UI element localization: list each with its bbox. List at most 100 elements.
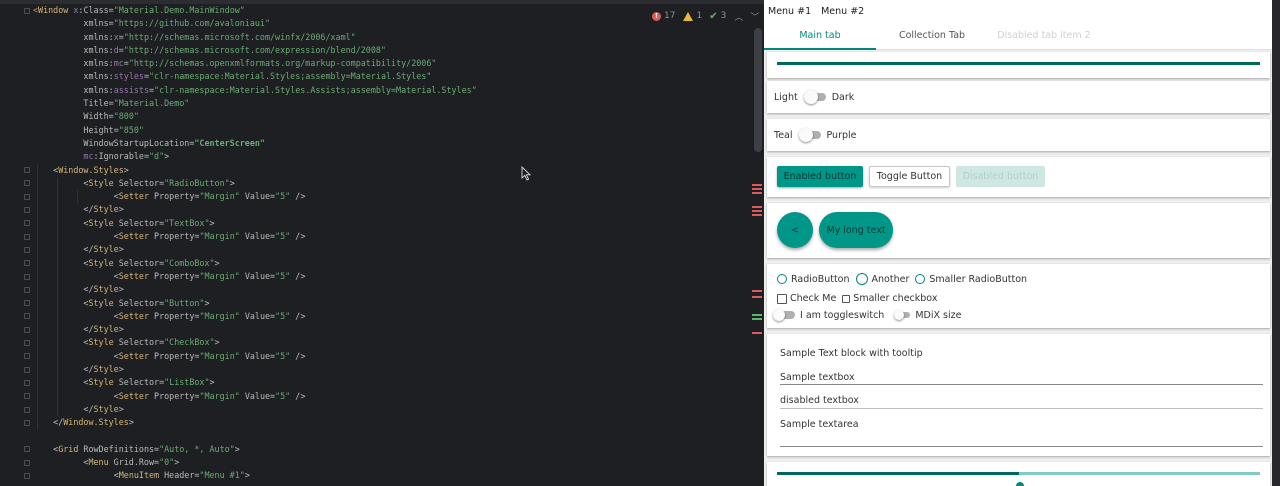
- code-line[interactable]: <Style Selector="TextBox">: [33, 217, 477, 230]
- code-line[interactable]: <MenuItem Header="Menu #1">: [33, 469, 477, 482]
- code-line[interactable]: <Style Selector="ListBox">: [33, 376, 477, 389]
- error-marker[interactable]: [752, 192, 762, 194]
- fold-marker[interactable]: [24, 207, 30, 213]
- editor-scrollbar[interactable]: [752, 24, 764, 486]
- code-editor[interactable]: <Window x:Class="Material.Demo.MainWindo…: [0, 0, 764, 486]
- fold-marker[interactable]: [24, 300, 30, 307]
- scrollbar-thumb[interactable]: [754, 28, 762, 152]
- fold-marker[interactable]: [24, 326, 30, 333]
- inspection-widget[interactable]: ! 17 1 ✔ 3 ︿ ﹀: [652, 9, 759, 23]
- checkbox-1[interactable]: [777, 293, 787, 304]
- fold-marker[interactable]: [24, 220, 30, 227]
- code-line[interactable]: WindowStartupLocation="CenterScreen": [33, 137, 477, 150]
- menu-item-2[interactable]: Menu #2: [821, 6, 864, 17]
- fold-marker[interactable]: [24, 379, 30, 386]
- code-line[interactable]: </Style>: [33, 243, 477, 256]
- code-line[interactable]: <Window.Styles>: [33, 164, 477, 177]
- radio-button-2[interactable]: [855, 273, 868, 285]
- code-line[interactable]: xmlns:d="http://schemas.microsoft.com/ex…: [33, 44, 477, 57]
- toggle-button[interactable]: Toggle Button: [869, 166, 950, 187]
- code-line[interactable]: Width="800": [33, 110, 477, 123]
- error-marker[interactable]: [752, 214, 762, 216]
- menu-item-1[interactable]: Menu #1: [768, 6, 811, 17]
- radio-button-3[interactable]: [915, 274, 926, 284]
- code-line[interactable]: <Window x:Class="Material.Demo.MainWindo…: [33, 4, 477, 17]
- color-switch[interactable]: [798, 128, 821, 142]
- sample-textarea[interactable]: Sample textarea: [780, 419, 1263, 430]
- error-marker[interactable]: [752, 188, 762, 190]
- code-line[interactable]: <Setter Property="Margin" Value="5" />: [33, 350, 477, 363]
- floating-action-button[interactable]: <: [777, 212, 813, 248]
- tab-collection[interactable]: Collection Tab: [876, 22, 988, 49]
- code-line[interactable]: xmlns:x="http://schemas.microsoft.com/wi…: [33, 31, 477, 44]
- code-line[interactable]: <Style Selector="CheckBox">: [33, 336, 477, 349]
- fold-marker[interactable]: [24, 193, 30, 200]
- error-marker[interactable]: [752, 206, 762, 208]
- code-line[interactable]: </Window.Styles>: [33, 416, 477, 429]
- fold-marker[interactable]: [24, 180, 30, 187]
- code-line[interactable]: <Grid RowDefinitions="Auto, *, Auto">: [33, 443, 477, 456]
- code-line[interactable]: </Style>: [33, 403, 477, 416]
- error-marker[interactable]: [752, 184, 762, 186]
- theme-toggle-card: Light Dark: [767, 81, 1270, 113]
- slider-thumb[interactable]: [1016, 482, 1024, 486]
- code-line[interactable]: <Setter Property="Margin" Value="5" />: [33, 310, 477, 323]
- fold-marker[interactable]: [24, 473, 30, 479]
- fold-marker[interactable]: [24, 313, 30, 320]
- error-marker[interactable]: [752, 290, 762, 292]
- code-line[interactable]: <Style Selector="ComboBox">: [33, 257, 477, 270]
- fold-marker[interactable]: [24, 273, 30, 280]
- error-marker[interactable]: [752, 296, 762, 298]
- code-line[interactable]: xmlns:assists="clr-namespace:Material.St…: [33, 84, 476, 97]
- code-line[interactable]: Height="850": [33, 124, 477, 137]
- ok-marker[interactable]: [752, 318, 762, 320]
- fold-marker[interactable]: [24, 393, 30, 400]
- tab-main[interactable]: Main tab: [764, 22, 876, 50]
- code-line[interactable]: <Style Selector="RadioButton">: [33, 177, 477, 190]
- code-line[interactable]: xmlns:styles="clr-namespace:Material.Sty…: [33, 70, 477, 83]
- extended-floating-button[interactable]: My long text: [819, 212, 893, 248]
- code-line[interactable]: </Style>: [33, 283, 477, 296]
- error-marker[interactable]: [752, 210, 762, 212]
- radio-button-1[interactable]: [777, 274, 787, 284]
- fold-marker[interactable]: [24, 353, 30, 360]
- code-line[interactable]: </Style>: [33, 323, 477, 336]
- mdix-toggleswitch[interactable]: [894, 310, 911, 320]
- chevron-up-icon[interactable]: ︿: [734, 10, 743, 23]
- fold-marker[interactable]: [24, 167, 30, 174]
- checkbox-2[interactable]: [842, 294, 851, 303]
- sample-textbox[interactable]: Sample textbox: [780, 372, 1263, 383]
- toggleswitch[interactable]: [773, 309, 795, 321]
- code-line[interactable]: Title="Material.Demo": [33, 97, 477, 110]
- code-line[interactable]: xmlns:mc="http://schemas.openxmlformats.…: [33, 57, 477, 70]
- code-line[interactable]: <Setter Property="Margin" Value="5" />: [33, 230, 477, 243]
- code-line[interactable]: </Style>: [33, 203, 477, 216]
- code-line[interactable]: <Style Selector="Button">: [33, 297, 477, 310]
- fold-marker[interactable]: [24, 260, 30, 267]
- code-line[interactable]: xmlns="https://github.com/avaloniaui": [33, 17, 477, 30]
- tooltip-text-block[interactable]: Sample Text block with tooltip: [780, 348, 1263, 359]
- fold-marker[interactable]: [24, 419, 30, 426]
- code-line[interactable]: [33, 430, 477, 443]
- code-line[interactable]: <Menu Grid.Row="0">: [33, 456, 477, 469]
- enabled-button[interactable]: Enabled button: [777, 166, 863, 187]
- fold-marker[interactable]: [24, 286, 30, 293]
- code-line[interactable]: <Setter Property="Margin" Value="5" />: [33, 390, 477, 403]
- fold-marker[interactable]: [24, 406, 30, 413]
- fold-marker[interactable]: [24, 7, 30, 14]
- fold-marker[interactable]: [24, 246, 30, 253]
- code-line[interactable]: <Setter Property="Margin" Value="5" />: [33, 270, 477, 283]
- fold-marker[interactable]: [24, 446, 30, 453]
- code-line[interactable]: </Style>: [33, 363, 477, 376]
- chevron-down-icon[interactable]: ﹀: [750, 10, 759, 23]
- fold-marker[interactable]: [24, 366, 30, 373]
- error-marker[interactable]: [752, 332, 762, 334]
- fold-marker[interactable]: [24, 459, 30, 466]
- code-line[interactable]: <Setter Property="Margin" Value="5" />: [33, 190, 477, 203]
- ok-marker[interactable]: [752, 314, 762, 316]
- fold-marker[interactable]: [24, 340, 30, 346]
- code-line[interactable]: mc:Ignorable="d">: [33, 150, 477, 163]
- fold-marker[interactable]: [24, 233, 30, 240]
- theme-switch[interactable]: [803, 90, 826, 104]
- xaml-code[interactable]: <Window x:Class="Material.Demo.MainWindo…: [33, 4, 477, 483]
